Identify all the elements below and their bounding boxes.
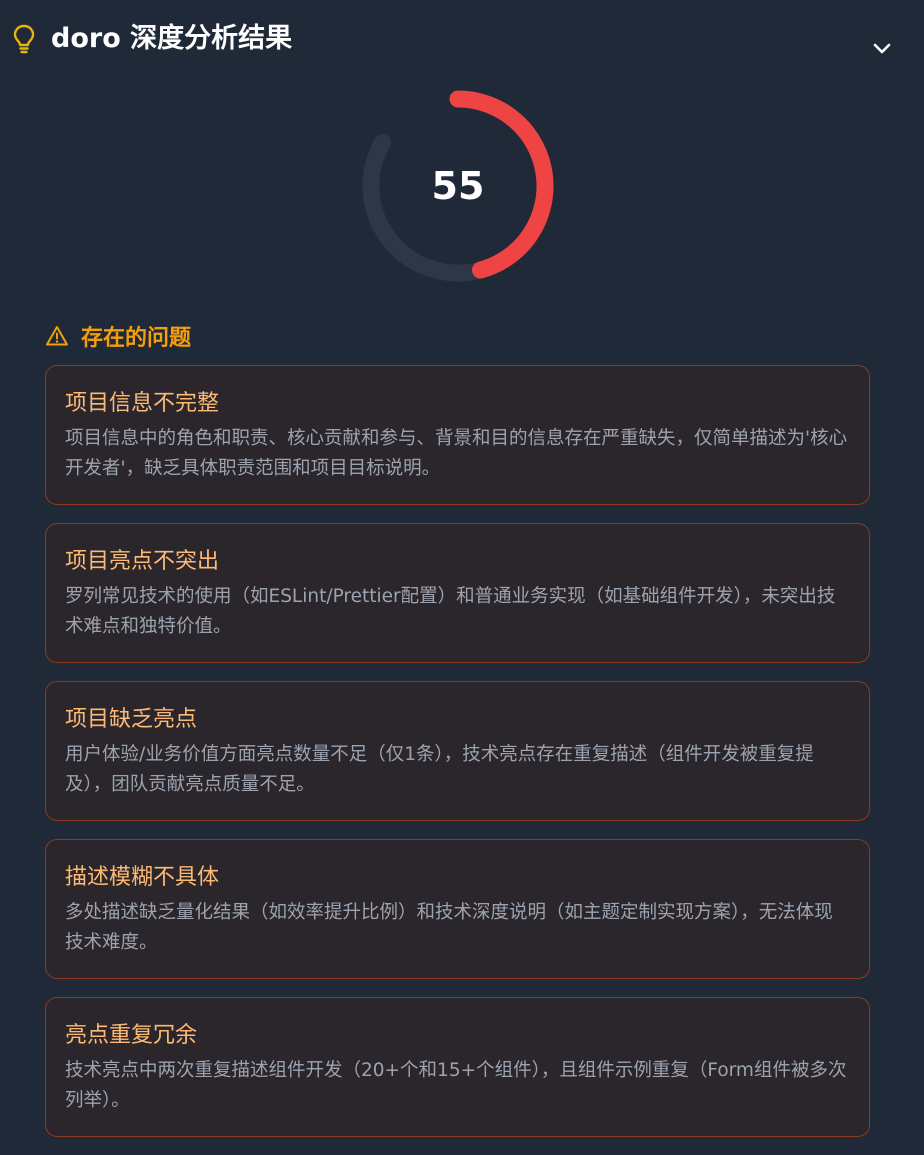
issue-description: 项目信息中的角色和职责、核心贡献和参与、背景和目的信息存在严重缺失，仅简单描述为… xyxy=(65,428,848,479)
issue-title: 项目缺乏亮点 xyxy=(65,707,198,732)
warning-icon xyxy=(46,326,68,346)
issues-section-title: 存在的问题 xyxy=(45,318,191,354)
issue-title: 项目信息不完整 xyxy=(65,391,220,416)
issue-card: 亮点重复冗余 技术亮点中两次重复描述组件开发（20+个和15+个组件），且组件示… xyxy=(45,997,870,1137)
issue-card: 项目亮点不突出 罗列常见技术的使用（如ESLint/Prettier配置）和普通… xyxy=(45,523,870,663)
issues-section-label: 存在的问题 xyxy=(81,326,192,351)
issue-description: 技术亮点中两次重复描述组件开发（20+个和15+个组件），且组件示例重复（For… xyxy=(65,1060,847,1111)
issue-description: 用户体验/业务价值方面亮点数量不足（仅1条），技术亮点存在重复描述（组件开发被重… xyxy=(65,744,814,795)
score-value: 55 xyxy=(431,164,485,208)
chevron-down-icon[interactable] xyxy=(870,36,894,60)
issue-description: 罗列常见技术的使用（如ESLint/Prettier配置）和普通业务实现（如基础… xyxy=(65,586,836,637)
issue-title: 项目亮点不突出 xyxy=(65,549,220,574)
issue-description: 多处描述缺乏量化结果（如效率提升比例）和技术深度说明（如主题定制实现方案），无法… xyxy=(65,902,833,953)
score-gauge: 55 xyxy=(358,86,558,286)
issue-title: 亮点重复冗余 xyxy=(65,1023,198,1048)
issue-card: 项目信息不完整 项目信息中的角色和职责、核心贡献和参与、背景和目的信息存在严重缺… xyxy=(45,365,870,505)
issue-card: 描述模糊不具体 多处描述缺乏量化结果（如效率提升比例）和技术深度说明（如主题定制… xyxy=(45,839,870,979)
lightbulb-icon xyxy=(13,24,35,54)
issues-list: 项目信息不完整 项目信息中的角色和职责、核心贡献和参与、背景和目的信息存在严重缺… xyxy=(45,365,870,1155)
issue-title: 描述模糊不具体 xyxy=(65,865,220,890)
analysis-header: doro 深度分析结果 xyxy=(0,0,924,80)
issue-card: 项目缺乏亮点 用户体验/业务价值方面亮点数量不足（仅1条），技术亮点存在重复描述… xyxy=(45,681,870,821)
page-title: doro 深度分析结果 xyxy=(51,23,293,54)
